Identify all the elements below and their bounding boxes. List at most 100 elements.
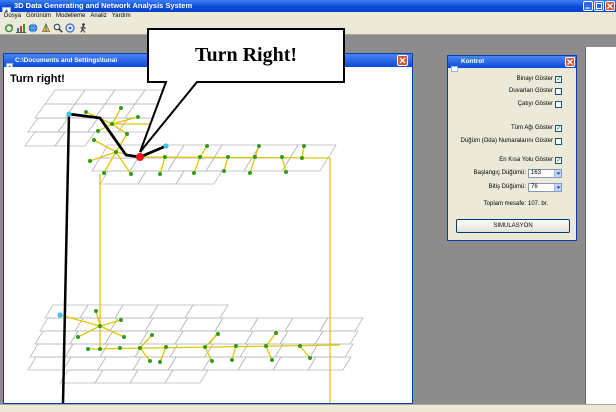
target-icon[interactable] xyxy=(65,23,75,33)
app-icon xyxy=(2,2,11,15)
end-node-select[interactable]: 76 xyxy=(528,183,562,192)
network-node xyxy=(248,171,252,175)
maximize-button[interactable] xyxy=(594,1,604,11)
show-walls-checkbox[interactable] xyxy=(555,88,562,95)
network-edge xyxy=(99,319,122,327)
network-node xyxy=(284,170,288,174)
floor-grid-cell xyxy=(57,117,99,133)
floor-grid-cell xyxy=(44,89,86,105)
total-distance-label: Toplam mesafe: xyxy=(483,201,526,207)
network-node xyxy=(98,347,102,351)
path-endpoint-node xyxy=(57,312,63,318)
network-node xyxy=(158,172,162,176)
floor-grid-cell xyxy=(164,369,209,384)
network-node xyxy=(308,356,312,360)
option-show-building: Binayı Göster xyxy=(517,75,562,84)
option-show-walls: Duvarları Göster xyxy=(509,87,562,96)
option-label: Düğüm (Oda) Numaralarını Göster xyxy=(460,138,553,144)
globe-icon[interactable] xyxy=(28,23,38,33)
chevron-down-icon[interactable] xyxy=(554,170,561,177)
network-node xyxy=(264,344,268,348)
floor-grid-cell xyxy=(175,170,223,185)
start-node-value: 163 xyxy=(531,170,542,176)
network-node xyxy=(270,358,274,362)
network-node xyxy=(216,332,220,336)
floor-grid-cell xyxy=(184,304,229,319)
menu-dosya[interactable]: Dosya xyxy=(3,12,25,21)
navigation-instruction: Turn right! xyxy=(10,73,65,85)
status-bar xyxy=(0,404,616,412)
floor-grid-cell xyxy=(281,157,329,172)
floor-grid-cell xyxy=(27,117,69,133)
floor-grid-cell xyxy=(54,131,96,147)
network-node xyxy=(230,358,234,362)
refresh-icon[interactable] xyxy=(4,23,14,33)
start-node-label: Başlangıç Düğümü: xyxy=(473,170,526,176)
network-node xyxy=(86,347,90,351)
network-node xyxy=(84,110,88,114)
option-show-network: Tüm Ağı Göster xyxy=(511,124,562,133)
menu-modelleme[interactable]: Modelleme xyxy=(55,12,89,21)
total-distance-value: 107. br. xyxy=(528,201,549,207)
show-roof-checkbox[interactable] xyxy=(555,101,562,108)
network-node xyxy=(96,129,100,133)
network-edge xyxy=(159,346,167,363)
network-edge xyxy=(204,346,213,362)
network-node xyxy=(118,346,122,350)
network-node xyxy=(114,150,118,154)
show-network-checkbox[interactable] xyxy=(555,124,562,132)
shortest-path-segment xyxy=(61,113,71,403)
network-node xyxy=(298,344,302,348)
network-node xyxy=(203,345,207,349)
network-node xyxy=(192,171,196,175)
close-button[interactable] xyxy=(605,1,615,11)
network-node xyxy=(210,359,214,363)
option-label: En Kısa Yolu Göster xyxy=(499,157,553,163)
zoom-icon[interactable] xyxy=(53,23,63,33)
menu-gorunum[interactable]: Görünüm xyxy=(25,12,55,21)
network-node xyxy=(119,106,123,110)
model-3d-icon[interactable] xyxy=(41,23,51,33)
network-node xyxy=(76,335,80,339)
network-node xyxy=(148,359,152,363)
document-title: C:\Documents and Settings\tuna\ xyxy=(15,57,118,64)
network-edge xyxy=(204,333,219,348)
network-edge xyxy=(77,325,101,338)
minimize-button[interactable] xyxy=(583,1,593,11)
network-node xyxy=(110,122,114,126)
network-edge xyxy=(299,345,311,359)
bar-chart-icon[interactable] xyxy=(16,23,26,33)
network-edge xyxy=(159,156,166,175)
network-edge xyxy=(231,345,237,361)
network-node xyxy=(164,345,168,349)
simulation-button[interactable]: SIMULASYON xyxy=(456,219,570,233)
option-label: Duvarları Göster xyxy=(508,88,553,94)
show-building-checkbox[interactable] xyxy=(555,75,562,83)
document-close-button[interactable] xyxy=(397,55,408,66)
network-node xyxy=(129,172,133,176)
menu-analiz[interactable]: Analiz xyxy=(89,12,110,21)
app-title-bar[interactable]: 3D Data Generating and Network Analysis … xyxy=(0,0,616,15)
floor-grid-cell xyxy=(94,103,136,119)
floor-grid-cell xyxy=(314,330,359,345)
start-node-select[interactable]: 163 xyxy=(528,169,562,178)
show-node-numbers-checkbox[interactable] xyxy=(555,138,562,145)
network-node xyxy=(92,138,96,142)
option-show-shortest-path: En Kısa Yolu Göster xyxy=(499,156,562,165)
kontrol-close-button[interactable] xyxy=(565,57,575,67)
network-node xyxy=(158,360,162,364)
chevron-down-icon[interactable] xyxy=(554,184,561,191)
kontrol-title-bar[interactable]: Kontrol xyxy=(448,56,576,72)
show-shortest-path-checkbox[interactable] xyxy=(555,156,562,164)
path-endpoint-node xyxy=(66,111,72,117)
floor-grid-cell xyxy=(74,89,116,105)
walk-icon[interactable] xyxy=(78,23,88,33)
background-window xyxy=(585,47,616,404)
network-node xyxy=(300,156,304,160)
network-node xyxy=(119,318,123,322)
network-node xyxy=(222,169,226,173)
network-node xyxy=(98,324,102,328)
menu-yardim[interactable]: Yardım xyxy=(111,12,135,21)
network-edge xyxy=(139,347,151,362)
option-label: Binayı Göster xyxy=(516,76,553,82)
